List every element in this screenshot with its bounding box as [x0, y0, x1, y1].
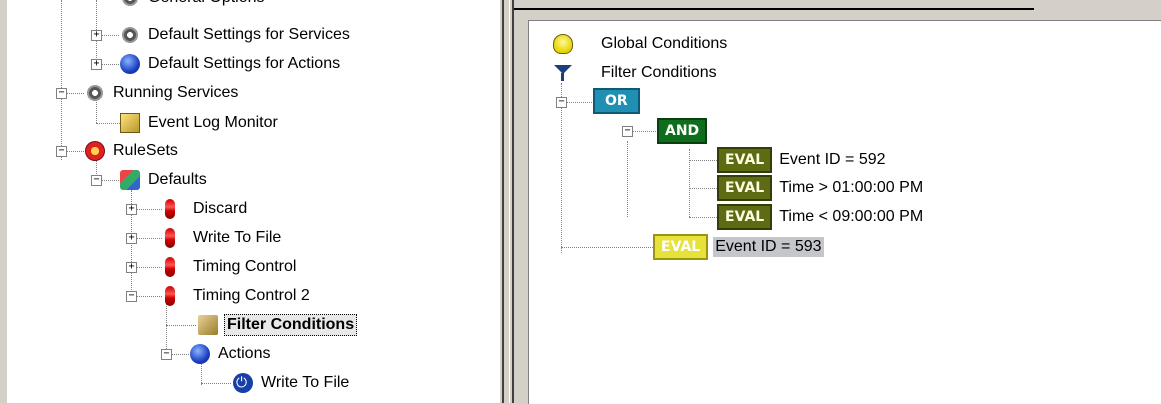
tree-item-label: Defaults: [148, 171, 207, 188]
rule-icon: [165, 199, 175, 219]
tree-item-timing-control-2[interactable]: Timing Control 2: [165, 283, 312, 309]
tree-item-label: Default Settings for Services: [148, 26, 350, 43]
tree-item-label: Default Settings for Actions: [148, 55, 341, 72]
divider: [514, 8, 1034, 10]
tree-item-label: Filter Conditions: [224, 314, 358, 336]
filter-conditions-icon: [198, 315, 218, 335]
conditions-tree-pane[interactable]: Global Conditions Filter Conditions − OR…: [528, 20, 1161, 404]
eval-badge: EVAL: [717, 147, 773, 173]
global-conditions-label: Global Conditions: [601, 35, 728, 52]
gear-icon: [85, 83, 105, 103]
tree-item-filter-conditions[interactable]: Filter Conditions: [198, 312, 358, 338]
eval-badge: EVAL: [717, 175, 773, 201]
tree-item-label: Discard: [193, 200, 248, 217]
pane-splitter[interactable]: [500, 0, 528, 403]
tree-item-running-services[interactable]: Running Services: [85, 80, 240, 106]
or-node[interactable]: OR: [593, 88, 645, 114]
eval-badge: EVAL: [717, 204, 773, 230]
tree-item-write-to-file-action[interactable]: Write To File: [233, 370, 351, 396]
filter-conditions-label: Filter Conditions: [601, 64, 717, 81]
rule-icon: [165, 257, 175, 277]
tree-item-label: Timing Control: [193, 258, 297, 275]
globe-icon: [120, 54, 140, 74]
tree-item-general-options[interactable]: General Options: [120, 0, 267, 11]
tree-item-label: RuleSets: [113, 142, 178, 159]
rule-icon: [165, 228, 175, 248]
tree-item-label: Event Log Monitor: [148, 114, 278, 131]
condition-text: Event ID = 593: [713, 237, 824, 257]
tree-item-label: Timing Control 2: [193, 287, 310, 304]
tree-item-label: Write To File: [261, 374, 350, 391]
tree-item-defaults[interactable]: Defaults: [120, 167, 209, 193]
tree-item-label: Write To File: [193, 229, 282, 246]
tree-item-rulesets[interactable]: RuleSets: [85, 138, 180, 164]
navigation-tree-pane[interactable]: General Options + Default Settings for S…: [7, 0, 501, 403]
condition-row[interactable]: EVAL Time < 09:00:00 PM: [717, 204, 925, 230]
condition-row-selected[interactable]: EVAL Event ID = 593: [653, 234, 824, 260]
globe-icon: [190, 344, 210, 364]
event-log-icon: [120, 113, 140, 133]
condition-row[interactable]: EVAL Time > 01:00:00 PM: [717, 175, 925, 201]
tree-item-default-settings-actions[interactable]: Default Settings for Actions: [120, 51, 342, 77]
tree-item-write-to-file[interactable]: Write To File: [165, 225, 283, 251]
tree-item-timing-control[interactable]: Timing Control: [165, 254, 298, 280]
defaults-icon: [120, 170, 140, 190]
gear-icon: [120, 0, 140, 8]
condition-text: Time > 01:00:00 PM: [779, 179, 924, 196]
lightbulb-icon: [553, 34, 573, 54]
tree-item-discard[interactable]: Discard: [165, 196, 249, 222]
ruleset-icon: [85, 141, 105, 161]
and-node[interactable]: AND: [657, 118, 712, 144]
funnel-icon: [553, 63, 573, 83]
global-conditions-node[interactable]: Global Conditions: [553, 31, 729, 57]
tree-item-event-log-monitor[interactable]: Event Log Monitor: [120, 110, 280, 136]
eval-badge: EVAL: [653, 234, 709, 260]
condition-text: Event ID = 592: [779, 151, 886, 168]
tree-item-label: Actions: [218, 345, 271, 362]
power-icon: [233, 373, 253, 393]
or-badge: OR: [593, 88, 640, 114]
tree-item-label: Running Services: [113, 84, 239, 101]
condition-text: Time < 09:00:00 PM: [779, 208, 924, 225]
rule-icon: [165, 286, 175, 306]
condition-row[interactable]: EVAL Event ID = 592: [717, 147, 888, 173]
filter-conditions-node[interactable]: Filter Conditions: [553, 60, 719, 86]
tree-item-default-settings-services[interactable]: Default Settings for Services: [120, 22, 352, 48]
gear-icon: [120, 25, 140, 45]
tree-item-actions[interactable]: Actions: [190, 341, 272, 367]
and-badge: AND: [657, 118, 708, 144]
tree-item-label: General Options: [146, 0, 267, 8]
